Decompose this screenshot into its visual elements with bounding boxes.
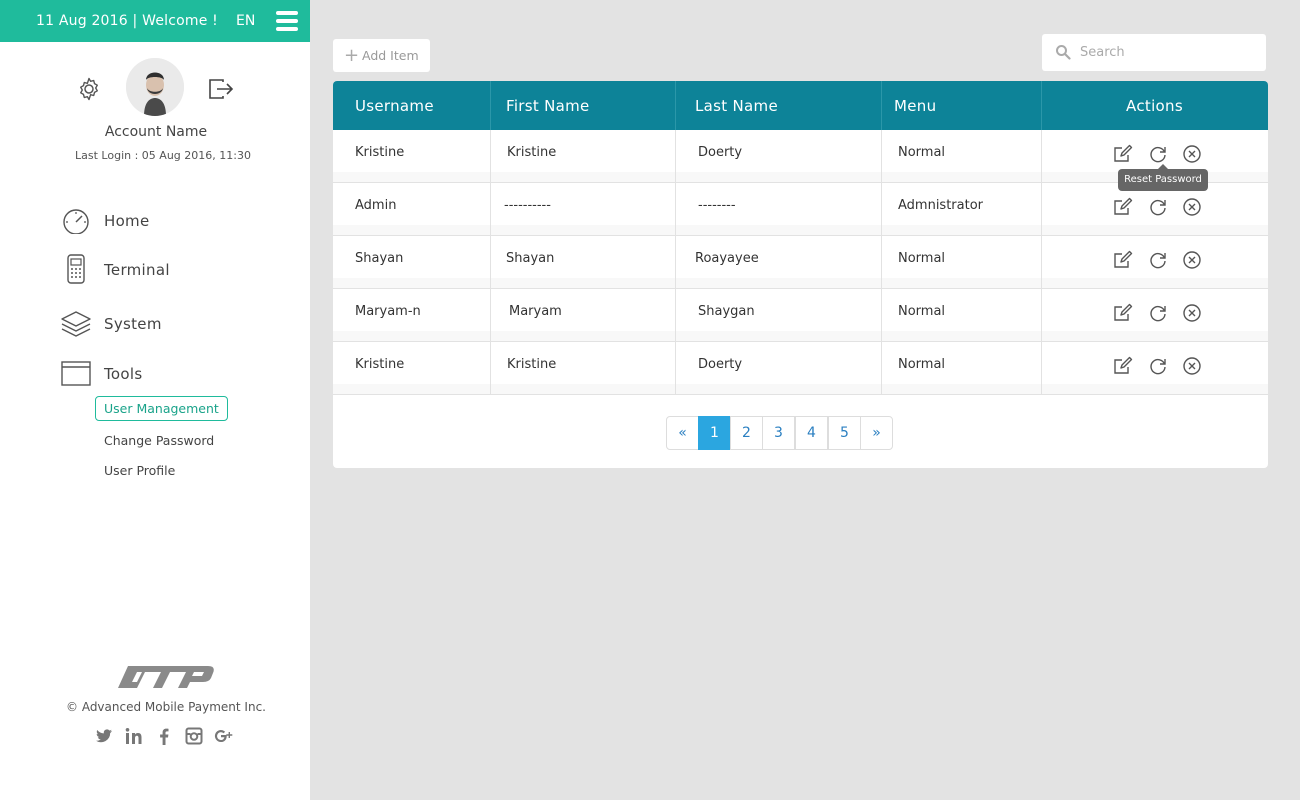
cell-last-name: --------	[698, 198, 736, 213]
avatar[interactable]	[126, 58, 184, 116]
pagination-page-1[interactable]: 1	[698, 416, 731, 450]
reset-password-icon[interactable]	[1148, 144, 1168, 164]
delete-icon[interactable]	[1182, 303, 1202, 323]
edit-icon[interactable]	[1113, 144, 1133, 164]
edit-icon[interactable]	[1113, 250, 1133, 270]
nav-item-terminal[interactable]: Terminal	[60, 251, 280, 287]
cell-last-name: Doerty	[698, 145, 743, 160]
cell-last-name: Roayayee	[695, 251, 759, 266]
search-icon	[1056, 45, 1071, 60]
search-box	[1042, 34, 1266, 71]
column-header-first-name[interactable]: First Name	[506, 81, 590, 130]
delete-icon[interactable]	[1182, 197, 1202, 217]
table-row[interactable]: Kristine Kristine Doerty Normal	[333, 342, 1268, 395]
pagination-prev[interactable]: «	[666, 416, 699, 450]
delete-icon[interactable]	[1182, 250, 1202, 270]
copyright-text: © Advanced Mobile Payment Inc.	[66, 700, 266, 714]
account-name: Account Name	[104, 124, 208, 140]
reset-password-icon[interactable]	[1148, 303, 1168, 323]
pagination-page-4[interactable]: 4	[795, 416, 828, 450]
table-header: Username First Name Last Name Menu Actio…	[333, 81, 1268, 130]
nav-item-tools[interactable]: Tools	[60, 355, 280, 391]
cell-first-name: ----------	[504, 198, 551, 213]
nav-label-home: Home	[104, 212, 150, 230]
nav-label-system: System	[104, 315, 162, 333]
column-header-actions: Actions	[1126, 97, 1183, 115]
reset-password-tooltip: Reset Password	[1118, 164, 1208, 191]
cell-username: Kristine	[355, 357, 405, 372]
language-selector[interactable]: EN	[236, 13, 255, 29]
table-row[interactable]: Maryam-n Maryam Shaygan Normal	[333, 289, 1268, 342]
plus-icon: +	[344, 45, 360, 66]
nav-item-home[interactable]: Home	[60, 202, 280, 238]
cell-first-name: Maryam	[509, 304, 562, 319]
facebook-icon[interactable]	[154, 726, 174, 746]
layers-icon	[61, 311, 91, 337]
column-header-last-name[interactable]: Last Name	[695, 81, 778, 130]
cell-username: Admin	[355, 198, 397, 213]
cell-first-name: Kristine	[507, 357, 557, 372]
subnav-user-profile[interactable]: User Profile	[104, 463, 175, 478]
pagination-page-2[interactable]: 2	[730, 416, 763, 450]
pagination: « 1 2 3 4 5 »	[333, 416, 1268, 450]
reset-password-icon[interactable]	[1148, 250, 1168, 270]
reset-password-icon[interactable]	[1148, 356, 1168, 376]
cell-menu: Normal	[898, 357, 946, 372]
cell-menu: Normal	[898, 145, 946, 160]
nav-label-tools: Tools	[104, 365, 143, 383]
top-bar: 11 Aug 2016 | Welcome ! EN	[0, 0, 310, 42]
cell-menu: Normal	[898, 304, 946, 319]
nav-item-system[interactable]: System	[60, 305, 280, 341]
subnav-change-password[interactable]: Change Password	[104, 433, 214, 448]
google-plus-icon[interactable]	[214, 726, 234, 746]
cell-username: Maryam-n	[355, 304, 421, 319]
cell-last-name: Shaygan	[698, 304, 755, 319]
instagram-icon[interactable]	[184, 726, 204, 746]
cell-menu: Normal	[898, 251, 946, 266]
edit-icon[interactable]	[1113, 197, 1133, 217]
pagination-page-3[interactable]: 3	[762, 416, 795, 450]
add-item-button[interactable]: + Add Item	[333, 39, 430, 72]
cell-last-name: Doerty	[698, 357, 743, 372]
reset-password-icon[interactable]	[1148, 197, 1168, 217]
cell-username: Shayan	[355, 251, 404, 266]
column-header-username[interactable]: Username	[355, 81, 434, 130]
logout-icon[interactable]	[207, 76, 235, 102]
edit-icon[interactable]	[1113, 303, 1133, 323]
delete-icon[interactable]	[1182, 144, 1202, 164]
window-icon	[61, 361, 91, 386]
twitter-icon[interactable]	[94, 726, 114, 746]
cell-first-name: Kristine	[507, 145, 557, 160]
search-input[interactable]	[1080, 34, 1260, 71]
subnav-user-management[interactable]: User Management	[95, 396, 228, 421]
terminal-icon	[67, 254, 85, 284]
delete-icon[interactable]	[1182, 356, 1202, 376]
linkedin-icon[interactable]	[124, 726, 144, 746]
pagination-next[interactable]: »	[860, 416, 893, 450]
users-table-panel: Username First Name Last Name Menu Actio…	[333, 81, 1268, 468]
pagination-page-5[interactable]: 5	[828, 416, 861, 450]
profile-section: Account Name Last Login : 05 Aug 2016, 1…	[0, 42, 310, 182]
nav-label-terminal: Terminal	[104, 261, 170, 279]
cell-menu: Admnistrator	[898, 198, 984, 213]
sidebar: 11 Aug 2016 | Welcome ! EN Account Name …	[0, 0, 310, 800]
last-login: Last Login : 05 Aug 2016, 11:30	[75, 149, 251, 162]
amp-logo	[118, 666, 214, 688]
column-header-menu[interactable]: Menu	[894, 81, 936, 130]
dashboard-icon	[63, 209, 89, 234]
cell-username: Kristine	[355, 145, 405, 160]
hamburger-menu-icon[interactable]	[276, 11, 298, 31]
date-welcome: 11 Aug 2016 | Welcome !	[36, 13, 218, 29]
gear-icon[interactable]	[76, 76, 102, 102]
cell-first-name: Shayan	[506, 251, 555, 266]
edit-icon[interactable]	[1113, 356, 1133, 376]
table-row[interactable]: Shayan Shayan Roayayee Normal	[333, 236, 1268, 289]
add-item-label: Add Item	[362, 48, 419, 63]
